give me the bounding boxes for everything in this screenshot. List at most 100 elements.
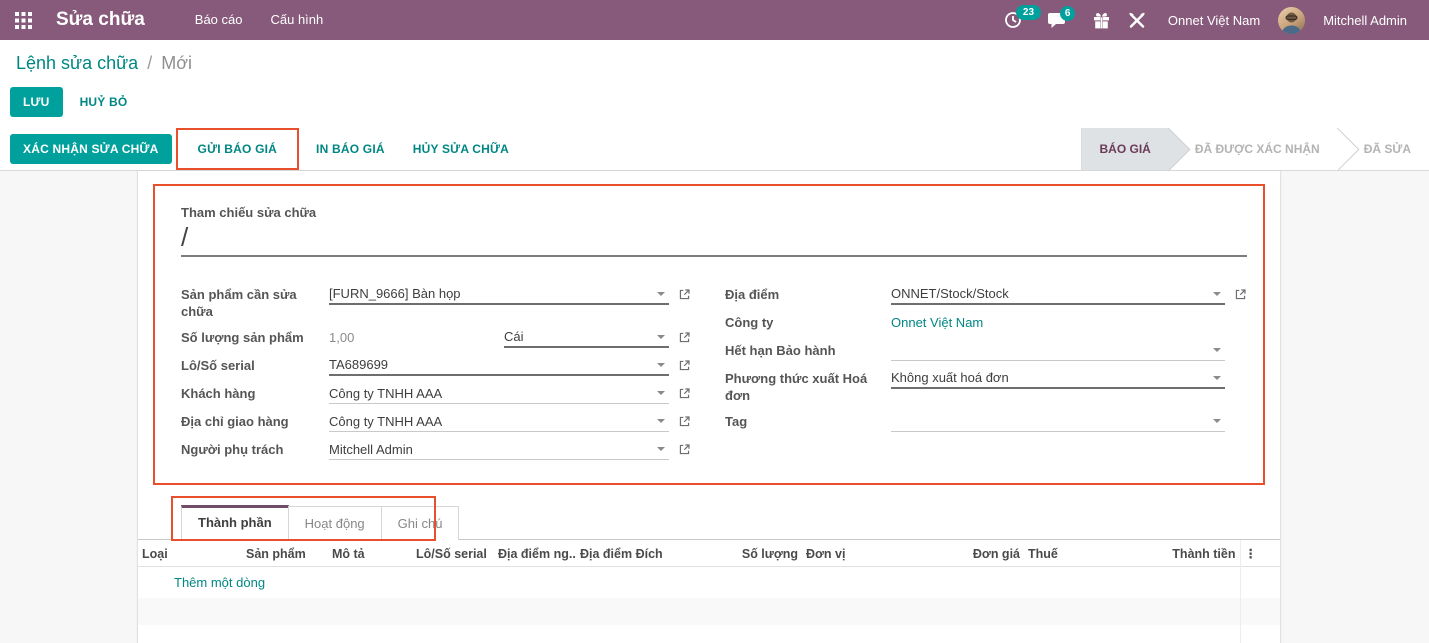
empty-row xyxy=(138,625,1280,643)
tab-notes[interactable]: Ghi chú xyxy=(381,506,460,540)
breadcrumb-separator: / xyxy=(147,53,152,73)
customer-input[interactable]: Công ty TNHH AAA xyxy=(329,383,669,404)
breadcrumb-current: Mới xyxy=(161,53,192,73)
wrench-tools-icon xyxy=(1128,12,1146,29)
delivery-address-label: Địa chỉ giao hàng xyxy=(181,411,329,430)
col-tax[interactable]: Thuế xyxy=(1024,540,1104,567)
chevron-down-icon[interactable] xyxy=(657,363,665,367)
field-row-product: Sản phẩm cần sửa chữa [FURN_9666] Bàn họ… xyxy=(181,284,691,320)
col-type[interactable]: Loại xyxy=(138,540,242,567)
chevron-down-icon[interactable] xyxy=(1213,292,1221,296)
invoice-method-label: Phương thức xuất Hoá đơn xyxy=(725,368,891,404)
quantity-value[interactable]: 1,00 xyxy=(329,330,504,345)
add-a-line-link[interactable]: Thêm một dòng xyxy=(174,575,265,590)
top-navbar: Sửa chữa Báo cáo Cấu hình 23 6 xyxy=(0,0,1429,40)
external-link-icon[interactable] xyxy=(678,387,691,400)
warranty-label: Hết hạn Bảo hành xyxy=(725,340,891,359)
print-quotation-button[interactable]: IN BÁO GIÁ xyxy=(303,134,398,164)
discard-button[interactable]: HUỶ BỎ xyxy=(67,87,141,117)
responsible-input[interactable]: Mitchell Admin xyxy=(329,439,669,460)
field-row-quantity: Số lượng sản phẩm 1,00 Cái xyxy=(181,327,691,348)
messages-button[interactable]: 6 xyxy=(1044,8,1079,33)
company-label: Công ty xyxy=(725,312,891,331)
send-quotation-button[interactable]: GỬI BÁO GIÁ xyxy=(185,134,291,164)
optional-columns-icon[interactable]: ⋮ xyxy=(1240,540,1280,567)
uom-input[interactable]: Cái xyxy=(504,327,669,348)
cancel-repair-button[interactable]: HỦY SỬA CHỮA xyxy=(400,134,522,164)
field-row-company: Công ty Onnet Việt Nam xyxy=(725,312,1247,333)
col-source-location[interactable]: Địa điểm ng... xyxy=(494,540,576,567)
field-row-customer: Khách hàng Công ty TNHH AAA xyxy=(181,383,691,404)
col-uom[interactable]: Đơn vị xyxy=(802,540,932,567)
field-row-invoice-method: Phương thức xuất Hoá đơn Không xuất hoá … xyxy=(725,368,1247,404)
tag-label: Tag xyxy=(725,411,891,430)
activities-button[interactable]: 23 xyxy=(1000,7,1034,33)
content-area: Tham chiếu sửa chữa / Sản phẩm cần sửa c… xyxy=(0,171,1429,643)
user-avatar[interactable] xyxy=(1278,7,1305,34)
company-switcher[interactable]: Onnet Việt Nam xyxy=(1168,13,1260,28)
reference-input[interactable]: / xyxy=(181,220,1247,257)
invoice-method-input[interactable]: Không xuất hoá đơn xyxy=(891,368,1225,389)
tag-input[interactable] xyxy=(891,411,1225,432)
warranty-input[interactable] xyxy=(891,340,1225,361)
delivery-address-input[interactable]: Công ty TNHH AAA xyxy=(329,411,669,432)
app-title[interactable]: Sửa chữa xyxy=(56,9,145,31)
product-input[interactable]: [FURN_9666] Bàn họp xyxy=(329,284,669,305)
control-panel: Lệnh sửa chữa / Mới LƯU HUỶ BỎ xyxy=(0,40,1429,128)
field-row-responsible: Người phụ trách Mitchell Admin xyxy=(181,439,691,460)
menu-config[interactable]: Cấu hình xyxy=(256,0,337,40)
customer-label: Khách hàng xyxy=(181,383,329,402)
chevron-down-icon[interactable] xyxy=(657,391,665,395)
lot-label: Lô/Số serial xyxy=(181,355,329,374)
chevron-down-icon[interactable] xyxy=(1213,376,1221,380)
field-row-lot: Lô/Số serial TA689699 xyxy=(181,355,691,376)
empty-row xyxy=(138,598,1280,625)
responsible-label: Người phụ trách xyxy=(181,439,329,458)
status-step-confirmed[interactable]: ĐÃ ĐƯỢC XÁC NHẬN xyxy=(1169,128,1338,170)
apps-grid-icon[interactable] xyxy=(0,0,46,40)
chevron-down-icon[interactable] xyxy=(657,292,665,296)
field-row-location: Địa điểm ONNET/Stock/Stock xyxy=(725,284,1247,305)
chevron-down-icon[interactable] xyxy=(1213,348,1221,352)
external-link-icon[interactable] xyxy=(678,443,691,456)
product-label: Sản phẩm cần sửa chữa xyxy=(181,284,329,320)
form-sheet: Tham chiếu sửa chữa / Sản phẩm cần sửa c… xyxy=(137,171,1281,643)
company-value[interactable]: Onnet Việt Nam xyxy=(891,312,1225,333)
external-link-icon[interactable] xyxy=(678,359,691,372)
save-button[interactable]: LƯU xyxy=(10,87,63,117)
col-description[interactable]: Mô tả xyxy=(328,540,412,567)
gift-button[interactable] xyxy=(1089,8,1114,33)
chevron-down-icon[interactable] xyxy=(657,335,665,339)
status-step-quotation[interactable]: BÁO GIÁ xyxy=(1082,128,1169,170)
status-pipeline: BÁO GIÁ ĐÃ ĐƯỢC XÁC NHẬN ĐÃ SỬA xyxy=(1081,128,1429,170)
breadcrumb-parent[interactable]: Lệnh sửa chữa xyxy=(16,53,138,73)
notebook: Thành phần Hoạt động Ghi chú Loại Sản ph… xyxy=(138,505,1280,643)
col-product[interactable]: Sản phẩm xyxy=(242,540,328,567)
col-quantity[interactable]: Số lượng xyxy=(716,540,802,567)
external-link-icon[interactable] xyxy=(678,288,691,301)
field-row-delivery-address: Địa chỉ giao hàng Công ty TNHH AAA xyxy=(181,411,691,432)
chevron-down-icon[interactable] xyxy=(1213,419,1221,423)
table-row: Thêm một dòng xyxy=(138,567,1280,599)
chevron-down-icon[interactable] xyxy=(657,419,665,423)
col-dest-location[interactable]: Địa điểm Đích xyxy=(576,540,716,567)
col-subtotal[interactable]: Thành tiền xyxy=(1104,540,1240,567)
gift-icon xyxy=(1093,12,1110,29)
external-link-icon[interactable] xyxy=(1234,288,1247,301)
tab-components[interactable]: Thành phần xyxy=(181,505,289,540)
table-header-row: Loại Sản phẩm Mô tả Lô/Số serial Địa điể… xyxy=(138,540,1280,567)
external-link-icon[interactable] xyxy=(678,331,691,344)
tab-operations[interactable]: Hoạt động xyxy=(288,506,382,540)
tools-button[interactable] xyxy=(1124,8,1150,33)
user-menu[interactable]: Mitchell Admin xyxy=(1323,13,1407,28)
location-input[interactable]: ONNET/Stock/Stock xyxy=(891,284,1225,305)
col-unit-price[interactable]: Đơn giá xyxy=(932,540,1024,567)
quantity-label: Số lượng sản phẩm xyxy=(181,327,329,346)
col-lot[interactable]: Lô/Số serial xyxy=(412,540,494,567)
menu-reports[interactable]: Báo cáo xyxy=(181,0,257,40)
confirm-repair-button[interactable]: XÁC NHẬN SỬA CHỮA xyxy=(10,134,172,164)
external-link-icon[interactable] xyxy=(678,415,691,428)
lot-input[interactable]: TA689699 xyxy=(329,355,669,376)
chevron-down-icon[interactable] xyxy=(657,447,665,451)
annotation-box-send-quote: GỬI BÁO GIÁ xyxy=(176,128,300,170)
